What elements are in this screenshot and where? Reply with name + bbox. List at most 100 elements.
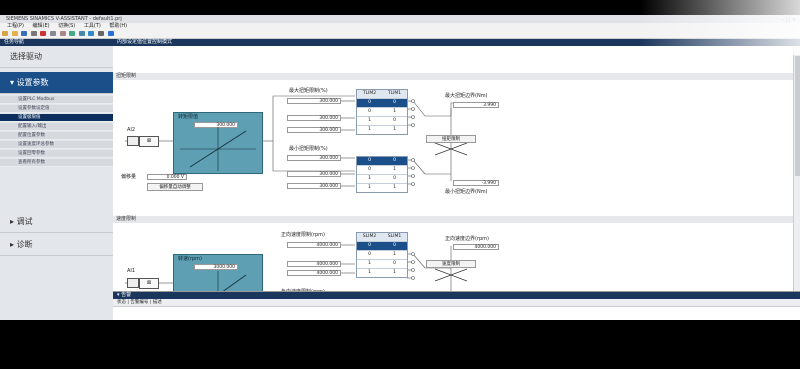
torque-limiter-label: 扭矩限制 [426, 135, 476, 143]
min-torque-field-1[interactable]: 300.000 [287, 155, 341, 161]
min-torque-field-3[interactable]: 300.000 [287, 183, 341, 189]
nav-diagnostics-label: 诊断 [16, 240, 33, 249]
table-cell: 0 [382, 242, 407, 250]
main-content: 扭矩限制 AI2 ⊠ 转矩限值 300.000 偏移量 0.000 V 偏移量自… [113, 46, 800, 320]
subnav-item[interactable]: 设置回零参数 [0, 150, 113, 158]
positive-speed-field-3[interactable]: 4000.000 [287, 270, 341, 276]
positive-speed-boundary-value: 4000.000 [453, 244, 499, 250]
table-cell: 0 [393, 118, 396, 123]
application-window: SIEMENS SINAMICS V-ASSISTANT - default1.… [0, 15, 800, 320]
tlim-selection-table-2: 00 01 10 11 [356, 156, 408, 193]
download-icon[interactable] [88, 31, 95, 36]
nav-diagnostics[interactable]: ▸ 诊断 [0, 234, 113, 256]
analog-input-icon [127, 136, 139, 146]
table-cell: 1 [368, 118, 371, 123]
positive-speed-field-2[interactable]: 4000.000 [287, 261, 341, 267]
max-torque-boundary-label: 最大扭矩边界(Nm) [445, 93, 488, 99]
positive-speed-label: 正向速度限制(rpm) [281, 232, 326, 238]
min-torque-field-2[interactable]: 300.000 [287, 171, 341, 177]
open-folder-icon[interactable] [11, 31, 18, 36]
nav-commissioning[interactable]: ▸ 调试 [0, 211, 113, 233]
subnav-item-selected[interactable]: 设置极限值 [0, 114, 113, 122]
max-torque-field-3[interactable]: 300.000 [287, 127, 341, 133]
nav-commissioning-label: 调试 [16, 217, 33, 226]
offset-input[interactable]: 0.000 V [147, 174, 187, 180]
table-cell: 0 [368, 167, 371, 172]
ai2-label: AI2 [127, 127, 136, 133]
paste-icon[interactable] [59, 31, 66, 36]
max-torque-field-2[interactable]: 300.000 [287, 115, 341, 121]
min-torque-label: 最小扭矩限制(%) [289, 146, 328, 152]
torque-characteristic-graph [180, 127, 256, 171]
save-icon[interactable] [21, 31, 28, 36]
cut-icon[interactable] [40, 31, 47, 36]
table-cell: 0 [382, 157, 407, 165]
positive-speed-field-1[interactable]: 4000.000 [287, 242, 341, 248]
left-pane-header: 任务导航 [0, 39, 113, 46]
nav-select-drive[interactable]: 选择驱动 [0, 46, 113, 68]
table-cell: 1 [368, 261, 371, 266]
table-cell: 1 [368, 270, 371, 275]
table-cell: 0 [357, 99, 382, 107]
table-cell: 0 [393, 176, 396, 181]
torque-limit-section-title: 扭矩限制 [113, 73, 793, 80]
nav-set-parameters[interactable]: ▾ 设置参数 [0, 72, 113, 94]
min-torque-boundary-value: -3.990 [453, 180, 499, 186]
settings-icon[interactable] [97, 31, 104, 36]
analog-input-icon [127, 278, 139, 288]
offset-auto-adjust-button[interactable]: 偏移量自动调整 [147, 183, 203, 191]
subnav-item[interactable]: 配置输入/输出 [0, 123, 113, 131]
menu-switch[interactable]: 切换(S) [58, 23, 75, 30]
ai1-label: AI1 [127, 268, 136, 274]
subnav-item[interactable]: 配置位置参数 [0, 132, 113, 140]
table-cell: 1 [393, 252, 396, 257]
slim2-header: SLIM2 [362, 234, 377, 239]
table-cell: 0 [357, 242, 382, 250]
subnav-item[interactable]: 设置PLC Modbus [0, 96, 113, 104]
print-icon[interactable] [30, 31, 37, 36]
slim-selection-table: SLIM2 SLIM1 00 01 10 11 [356, 232, 408, 278]
table-cell: 0 [393, 261, 396, 266]
copy-icon[interactable] [49, 31, 56, 36]
vertical-scrollbar[interactable] [793, 46, 800, 291]
table-cell: 0 [368, 109, 371, 114]
positive-speed-boundary-label: 正向速度边界(rpm) [445, 236, 490, 242]
subnav-item[interactable]: 设置速度环总参数 [0, 141, 113, 149]
table-cell: 1 [393, 167, 396, 172]
torque-function-block: 转矩限值 300.000 [173, 112, 263, 174]
connect-icon[interactable] [69, 31, 76, 36]
speed-limit-section-title: 速度限制 [113, 216, 793, 223]
scaling-block-icon: ⊠ [139, 278, 159, 289]
menu-project[interactable]: 工程(P) [7, 23, 24, 30]
new-project-icon[interactable] [2, 31, 8, 36]
alarm-panel: ▾ 告警 状态 | 告警编号 | 描述 [113, 291, 800, 320]
menu-edit[interactable]: 编辑(E) [33, 23, 50, 30]
max-torque-boundary-value: 3.990 [453, 102, 499, 108]
slim1-header: SLIM1 [387, 234, 402, 239]
max-torque-field-1[interactable]: 300.000 [287, 98, 341, 104]
alarm-panel-columns: 状态 | 告警编号 | 描述 [113, 299, 800, 307]
table-cell: 0 [368, 252, 371, 257]
subnav-item[interactable]: 设置参数设定值 [0, 105, 113, 113]
subnav-item[interactable]: 查看所有参数 [0, 159, 113, 167]
upload-icon[interactable] [78, 31, 85, 36]
table-cell: 1 [393, 185, 396, 190]
alarm-panel-header[interactable]: ▾ 告警 [113, 292, 800, 299]
table-cell: 0 [382, 99, 407, 107]
table-cell: 1 [368, 127, 371, 132]
task-navigation-sidebar: 选择驱动 ▾ 设置参数 设置PLC Modbus 设置参数设定值 设置极限值 配… [0, 46, 114, 320]
menu-help[interactable]: 帮助(H) [109, 23, 127, 30]
tlim-selection-table: TLIM2 TLIM1 00 01 10 11 [356, 89, 408, 135]
table-cell: 1 [393, 127, 396, 132]
menu-tools[interactable]: 工具(T) [84, 23, 101, 30]
table-cell: 1 [393, 109, 396, 114]
nav-set-parameters-label: 设置参数 [16, 78, 49, 87]
scrollbar-thumb[interactable] [795, 56, 800, 176]
table-cell: 1 [393, 270, 396, 275]
scaling-block-icon: ⊠ [139, 136, 159, 147]
help-icon[interactable] [107, 31, 114, 36]
speed-limiter-label: 速度限制 [426, 260, 476, 268]
min-torque-boundary-label: 最小扭矩边界(Nm) [445, 189, 488, 195]
table-cell: 1 [368, 185, 371, 190]
max-torque-label: 最大扭矩限制(%) [289, 88, 328, 94]
